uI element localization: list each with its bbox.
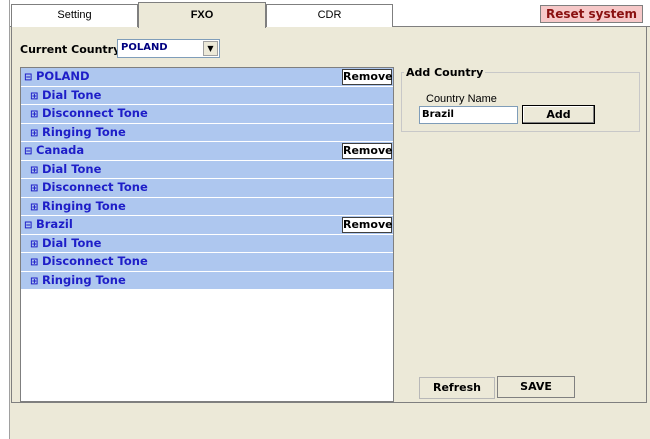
collapse-icon[interactable]: ⊟ bbox=[24, 143, 34, 160]
tree-tone-row[interactable]: ⊞ Dial Tone bbox=[21, 234, 393, 253]
expand-icon[interactable]: ⊞ bbox=[30, 162, 40, 179]
tree-tone-row[interactable]: ⊞ Disconnect Tone bbox=[21, 179, 393, 198]
chevron-down-icon[interactable]: ▼ bbox=[203, 41, 218, 56]
tree-country-row[interactable]: ⊟ Canada Remove bbox=[21, 142, 393, 161]
add-country-button[interactable]: Add bbox=[522, 105, 595, 124]
fxo-panel: Current Country POLAND ▼ ⊟ POLAND Remove ⊞ D… bbox=[11, 27, 647, 403]
expand-icon[interactable]: ⊞ bbox=[30, 180, 40, 197]
remove-country-button[interactable]: Remove bbox=[342, 143, 393, 159]
current-country-value: POLAND bbox=[121, 42, 168, 53]
tree-tone-row[interactable]: ⊞ Dial Tone bbox=[21, 86, 393, 105]
remove-country-button[interactable]: Remove bbox=[342, 69, 393, 85]
country-name: Canada bbox=[36, 143, 85, 157]
tone-name: Dial Tone bbox=[42, 87, 102, 102]
reset-system-button[interactable]: Reset system bbox=[540, 5, 643, 23]
expand-icon[interactable]: ⊞ bbox=[30, 106, 40, 123]
tree-tone-row[interactable]: ⊞ Ringing Tone bbox=[21, 123, 393, 142]
country-name-input[interactable]: Brazil bbox=[419, 106, 518, 124]
country-name-label: Country Name bbox=[426, 93, 497, 105]
country-name: Brazil bbox=[36, 217, 73, 231]
tone-name: Dial Tone bbox=[42, 161, 102, 176]
tab-strip: Setting FXO CDR Reset system bbox=[10, 0, 650, 28]
tone-name: Ringing Tone bbox=[42, 124, 126, 139]
expand-icon[interactable]: ⊞ bbox=[30, 236, 40, 253]
country-tone-tree: ⊟ POLAND Remove ⊞ Dial Tone ⊞ Disconnect Tone ⊞… bbox=[20, 67, 394, 402]
expand-icon[interactable]: ⊞ bbox=[30, 199, 40, 216]
tree-tone-row[interactable]: ⊞ Ringing Tone bbox=[21, 271, 393, 290]
collapse-icon[interactable]: ⊟ bbox=[24, 217, 34, 234]
save-button[interactable]: SAVE bbox=[497, 376, 575, 398]
remove-country-button[interactable]: Remove bbox=[342, 217, 393, 233]
tree-tone-row[interactable]: ⊞ Disconnect Tone bbox=[21, 253, 393, 272]
tab-cdr[interactable]: CDR bbox=[266, 4, 393, 27]
tab-setting[interactable]: Setting bbox=[11, 4, 138, 27]
current-country-select[interactable]: POLAND ▼ bbox=[117, 39, 220, 58]
add-country-title: Add Country bbox=[404, 66, 486, 79]
refresh-button[interactable]: Refresh bbox=[419, 377, 495, 399]
collapse-icon[interactable]: ⊟ bbox=[24, 69, 34, 86]
country-name: POLAND bbox=[36, 69, 90, 83]
expand-icon[interactable]: ⊞ bbox=[30, 254, 40, 271]
tree-tone-row[interactable]: ⊞ Ringing Tone bbox=[21, 197, 393, 216]
tone-name: Disconnect Tone bbox=[42, 254, 148, 268]
current-country-label: Current Country bbox=[20, 43, 121, 56]
tree-country-row[interactable]: ⊟ POLAND Remove bbox=[21, 68, 393, 87]
tone-name: Disconnect Tone bbox=[42, 106, 148, 120]
expand-icon[interactable]: ⊞ bbox=[30, 273, 40, 290]
tree-country-row[interactable]: ⊟ Brazil Remove bbox=[21, 216, 393, 235]
tone-name: Ringing Tone bbox=[42, 198, 126, 213]
tree-tone-row[interactable]: ⊞ Disconnect Tone bbox=[21, 105, 393, 124]
tone-name: Dial Tone bbox=[42, 235, 102, 250]
tab-fxo[interactable]: FXO bbox=[138, 2, 266, 28]
tone-name: Disconnect Tone bbox=[42, 180, 148, 194]
expand-icon[interactable]: ⊞ bbox=[30, 125, 40, 142]
tone-name: Ringing Tone bbox=[42, 272, 126, 287]
expand-icon[interactable]: ⊞ bbox=[30, 88, 40, 105]
add-country-group: Add Country Country Name Brazil Add bbox=[401, 66, 640, 132]
window: Setting FXO CDR Reset system Current Cou… bbox=[9, 0, 650, 439]
tree-tone-row[interactable]: ⊞ Dial Tone bbox=[21, 160, 393, 179]
